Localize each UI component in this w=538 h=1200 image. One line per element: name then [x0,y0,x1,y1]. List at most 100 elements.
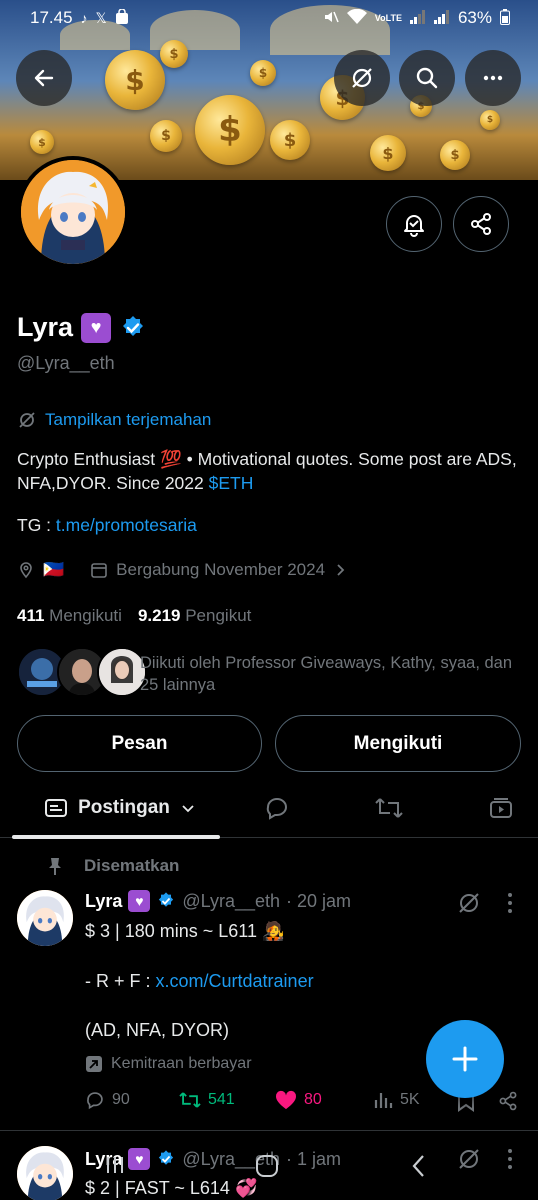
following-count: 411 [17,606,45,625]
profile-name-row: Lyra ♥ [17,312,147,343]
tweet-divider [0,1130,538,1131]
followers-label: Pengikut [185,606,252,625]
pinned-text: Disematkan [84,856,180,875]
tweet-grok-button[interactable] [456,890,482,921]
view-count: 5K [400,1091,420,1108]
more-options-button[interactable] [465,50,521,106]
followed-by-text[interactable]: Diikuti oleh Professor Giveaways, Kathy,… [140,652,525,696]
profile-meta: 🇵🇭 Bergabung November 2024 [17,560,347,580]
tab-posts[interactable]: Postingan [30,780,210,835]
following-label: Mengikuti [49,606,122,625]
location-pin-icon [20,562,32,579]
tab-reposts[interactable] [364,780,414,835]
telegram-link[interactable]: t.me/promotesaria [56,515,197,535]
system-back-button[interactable] [408,1153,430,1184]
search-icon [416,67,438,89]
followers-link[interactable]: 9.219 Pengikut [138,606,251,626]
tweet-time[interactable]: · 20 jam [286,891,351,912]
tab-media[interactable] [476,780,526,835]
paid-partnership-text: Kemitraan berbayar [111,1055,252,1072]
plus-icon [452,1046,478,1072]
repost-icon [179,1092,201,1108]
battery-icon [500,8,510,28]
heart-icon [275,1090,297,1110]
reply-bubble-icon [266,797,288,820]
paid-partnership-icon [86,1056,102,1072]
tweet-link[interactable]: x.com/Curtdatrainer [156,971,314,991]
home-icon [256,1155,278,1177]
pinned-label: Disematkan [46,856,179,876]
tg-label: TG : [17,515,56,535]
mute-icon [323,9,339,28]
like-button[interactable]: 80 [275,1090,322,1110]
reply-icon [87,1092,103,1110]
back-button[interactable] [16,50,72,106]
status-time: 17.45 [30,8,73,27]
follow-counts: 411 Mengikuti 9.219 Pengikut [17,606,251,626]
tweet-line-1: $ 3 | 180 mins ~ L611 🧑‍🎤 [85,921,285,941]
share-button[interactable] [453,196,509,252]
purple-heart-emoji: ♥ [81,312,112,343]
profile-name: Lyra [17,312,74,342]
following-button[interactable]: Mengikuti [275,715,521,772]
verified-badge-icon [159,892,174,907]
followed-by-avatars[interactable] [17,647,147,697]
compose-post-button[interactable] [426,1020,504,1098]
more-icon [483,75,503,81]
x-icon: 𝕏 [95,9,107,26]
tiktok-icon: ♪ [80,10,88,26]
calendar-icon [91,563,107,578]
share-icon [471,213,491,235]
reply-count: 90 [112,1091,130,1108]
battery-percent: 63% [457,8,492,27]
grok-icon [459,893,479,913]
tweet-avatar[interactable] [17,890,73,946]
reply-button[interactable]: 90 [85,1090,130,1110]
views-button[interactable]: 5K [373,1090,420,1110]
wifi-icon [346,8,367,28]
paid-partnership-label: Kemitraan berbayar [85,1055,252,1073]
chevron-down-icon [182,804,194,812]
posts-icon [45,798,68,817]
verified-badge-icon[interactable] [119,314,147,342]
share-icon [499,1091,517,1111]
purple-heart-emoji: ♥ [128,890,151,912]
volte-label: VoLTE [374,12,402,23]
show-translation-link[interactable]: Tampilkan terjemahan [17,410,211,430]
tweet-handle[interactable]: @Lyra__eth [182,891,280,912]
status-bar: 17.45 ♪ 𝕏 VoLTE 63% [0,0,538,36]
tweet-line-2: - R + F : x.com/Curtdatrainer [85,969,314,993]
location-flag: 🇵🇭 [43,560,65,579]
like-count: 80 [304,1091,322,1108]
bell-check-icon [404,215,424,237]
tweet-line-3: (AD, NFA, DYOR) [85,1020,230,1040]
tweet-more-button[interactable] [506,892,514,919]
grok-icon [19,412,35,428]
tab-replies[interactable] [252,780,302,835]
search-button[interactable] [399,50,455,106]
profile-avatar[interactable] [17,156,129,268]
message-button[interactable]: Pesan [17,715,262,772]
notifications-button[interactable] [386,196,442,252]
cashtag-link[interactable]: $ETH [209,473,254,493]
media-icon [490,797,512,818]
signal-icon [409,9,426,27]
views-icon [374,1093,393,1108]
chevron-right-icon[interactable] [333,563,347,577]
bio-text: Crypto Enthusiast 💯 • Motivational quote… [17,449,517,493]
translate-toggle-button[interactable] [334,50,390,106]
profile-tabs: Postingan [0,780,538,838]
tweet-author-name[interactable]: Lyra [85,891,122,912]
repost-button[interactable]: 541 [179,1090,235,1110]
shopping-bag-icon [115,7,129,28]
back-arrow-icon [34,69,54,87]
repost-count: 541 [208,1091,235,1108]
share-tweet-button[interactable] [497,1090,519,1112]
pin-icon [49,858,61,875]
home-button[interactable] [254,1153,280,1184]
recent-apps-button[interactable] [103,1153,127,1182]
recent-apps-icon [107,1157,123,1173]
translate-label: Tampilkan terjemahan [45,410,212,429]
tab-posts-label: Postingan [78,796,170,818]
following-link[interactable]: 411 Mengikuti [17,606,122,626]
